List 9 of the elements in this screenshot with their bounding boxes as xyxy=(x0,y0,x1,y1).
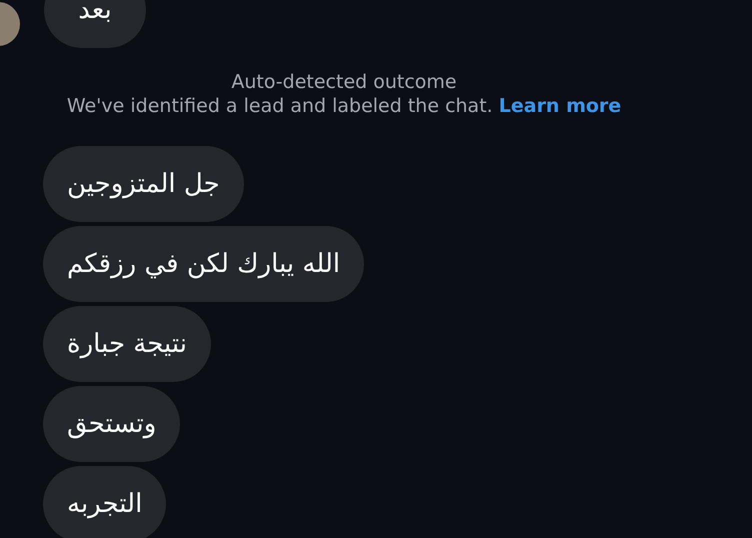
message-bubble: جل المتزوجين xyxy=(43,146,244,222)
message-bubble: التجربه xyxy=(43,466,166,538)
message-bubble: نتيجة جبارة xyxy=(43,306,211,382)
notice-text: We've identified a lead and labeled the chat. xyxy=(66,95,493,117)
message-bubble: الله يبارك لكن في رزقكم xyxy=(43,226,364,302)
message-bubble: بعد xyxy=(44,0,146,48)
message-bubble: وتستحق xyxy=(43,386,180,462)
notice-title: Auto-detected outcome xyxy=(231,70,457,94)
learn-more-link[interactable]: Learn more xyxy=(498,95,622,117)
